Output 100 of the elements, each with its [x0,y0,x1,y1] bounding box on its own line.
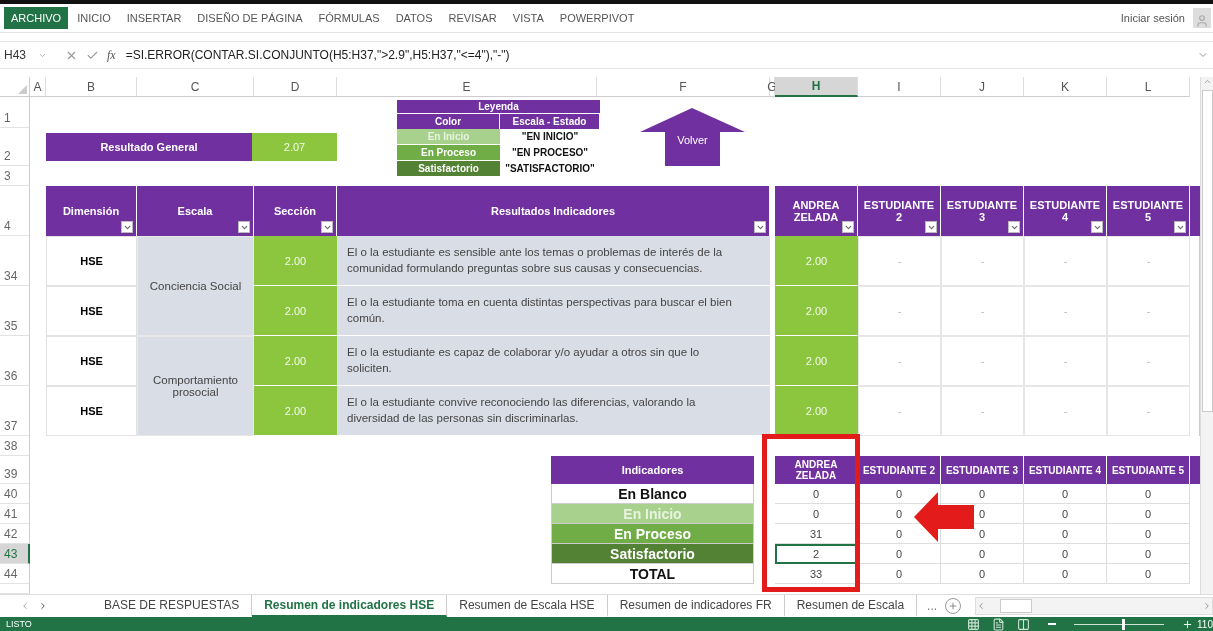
column-header[interactable]: D [254,77,337,97]
row-header[interactable]: 2 [0,128,30,166]
row-header[interactable]: 41 [0,504,30,524]
column-title: ANDREA ZELADA [775,186,858,236]
formula-field[interactable]: =SI.ERROR(CONTAR.SI.CONJUNTO(H5:H37,">2.9",H5:H37,"<=4"),"-") [125,48,1193,62]
table-cell: 0 [1024,504,1107,524]
back-button[interactable]: Volver [640,108,745,166]
table-cell: - [1107,336,1190,386]
legend-title: Leyenda [397,100,600,114]
row-header[interactable]: 36 [0,336,30,386]
column-header[interactable]: H [775,77,858,97]
table-cell: 2.00 [775,336,858,386]
select-all-icon[interactable] [18,85,27,94]
ribbon-tab[interactable]: ARCHIVO [4,7,69,29]
filter-icon[interactable] [321,221,333,233]
scroll-right-icon[interactable] [1202,601,1212,611]
table-cell: 2.00 [775,386,858,436]
filter-icon[interactable] [121,221,133,233]
table-cell: 0 [775,504,858,524]
filter-icon[interactable] [754,221,766,233]
column-header[interactable]: C [137,77,254,97]
table-cell: 0 [941,564,1024,584]
row-header[interactable]: 42 [0,524,30,544]
column-title: ESTUDIANTE 5 [1107,186,1190,236]
table-cell: El o la estudiante es capaz de colaborar y/o ayudar a otros sin que lo soliciten. [337,336,770,386]
summary-label: En Blanco [551,484,754,504]
table-cell: - [1024,286,1107,336]
row-header[interactable]: 40 [0,484,30,504]
row-header[interactable]: 37 [0,386,30,436]
filter-icon[interactable] [238,221,250,233]
name-box[interactable]: H43 [0,48,34,62]
row-header[interactable]: 38 [0,436,30,456]
table-cell: - [1107,386,1190,436]
column-title: Resultados Indicadores [337,186,770,236]
zoom-thumb[interactable] [1121,618,1125,630]
more-sheets-button[interactable]: ... [927,599,938,613]
summary-label: TOTAL [551,564,754,584]
normal-view-icon[interactable] [967,617,980,631]
function-button[interactable]: fx [107,47,116,63]
table-cell: 0 [1107,524,1190,544]
filter-icon[interactable] [1008,221,1020,233]
row-header[interactable]: 44 [0,564,30,584]
table-cell: 31 [775,524,858,544]
row-header[interactable]: 3 [0,166,30,186]
ribbon-tab[interactable]: DISEÑO DE PÁGINA [190,7,310,29]
filter-icon[interactable] [925,221,937,233]
page-layout-icon[interactable] [992,617,1005,631]
table-cell: El o la estudiante toma en cuenta distintas perspectivas para buscar el bien común. [337,286,770,336]
column-header[interactable]: I [858,77,941,97]
user-icon[interactable] [1193,8,1211,28]
ribbon-tab[interactable]: REVISAR [441,7,504,29]
column-header[interactable]: E [337,77,597,97]
table-cell: 0 [858,544,941,564]
sign-in-link[interactable]: Iniciar sesión [1120,12,1185,24]
row-header[interactable]: 39 [0,456,30,484]
table-cell: - [1107,236,1190,286]
column-header[interactable]: J [941,77,1024,97]
table-cell: 0 [1024,484,1107,504]
table-cell: HSE [46,286,137,336]
scroll-up-icon[interactable] [1202,77,1212,86]
column-header[interactable]: A [30,77,46,97]
legend-color: Satisfactorio [397,161,500,177]
header-cell [1190,456,1200,484]
table-cell: 0 [1024,524,1107,544]
table-cell: 2 [775,544,858,564]
next-sheet-icon[interactable] [38,601,48,611]
table-cell: - [941,336,1024,386]
column-header[interactable]: L [1107,77,1190,97]
ribbon-tab[interactable]: POWERPIVOT [552,7,642,29]
row-header[interactable]: 1 [0,97,30,128]
filter-icon[interactable] [842,221,854,233]
filter-icon[interactable] [1174,221,1186,233]
row-header[interactable]: 35 [0,286,30,336]
table-cell: Conciencia Social [137,236,254,336]
filter-icon[interactable] [1091,221,1103,233]
ribbon-tab[interactable]: FÓRMULAS [311,7,387,29]
column-header[interactable]: B [46,77,137,97]
ribbon-tab[interactable]: INSERTAR [119,7,189,29]
horizontal-scrollbar[interactable] [975,597,1213,615]
vertical-scrollbar[interactable] [1200,77,1213,594]
ribbon-tab[interactable]: DATOS [388,7,440,29]
sheet-tab[interactable]: Resumen de indicadores HSE [252,595,448,617]
table-cell: - [941,286,1024,336]
ribbon-tab[interactable]: VISTA [505,7,551,29]
scrollbar-thumb[interactable] [1201,90,1213,412]
row-header[interactable]: 4 [0,186,30,236]
table-cell: 0 [1107,564,1190,584]
scrollbar-thumb[interactable] [1000,599,1033,613]
table-cell: - [858,336,941,386]
zoom-in-icon[interactable] [1182,618,1193,630]
previous-sheet-icon[interactable] [20,601,30,611]
column-title: Sección [254,186,337,236]
row-header[interactable]: 34 [0,236,30,286]
page-break-icon[interactable] [1017,617,1030,631]
legend-color: En Inicio [397,129,500,145]
column-header[interactable]: K [1024,77,1107,97]
ribbon-tab[interactable]: INICIO [70,7,118,29]
legend-color: En Proceso [397,145,500,161]
row-header[interactable]: 43 [0,544,30,564]
row-header[interactable] [0,584,30,594]
